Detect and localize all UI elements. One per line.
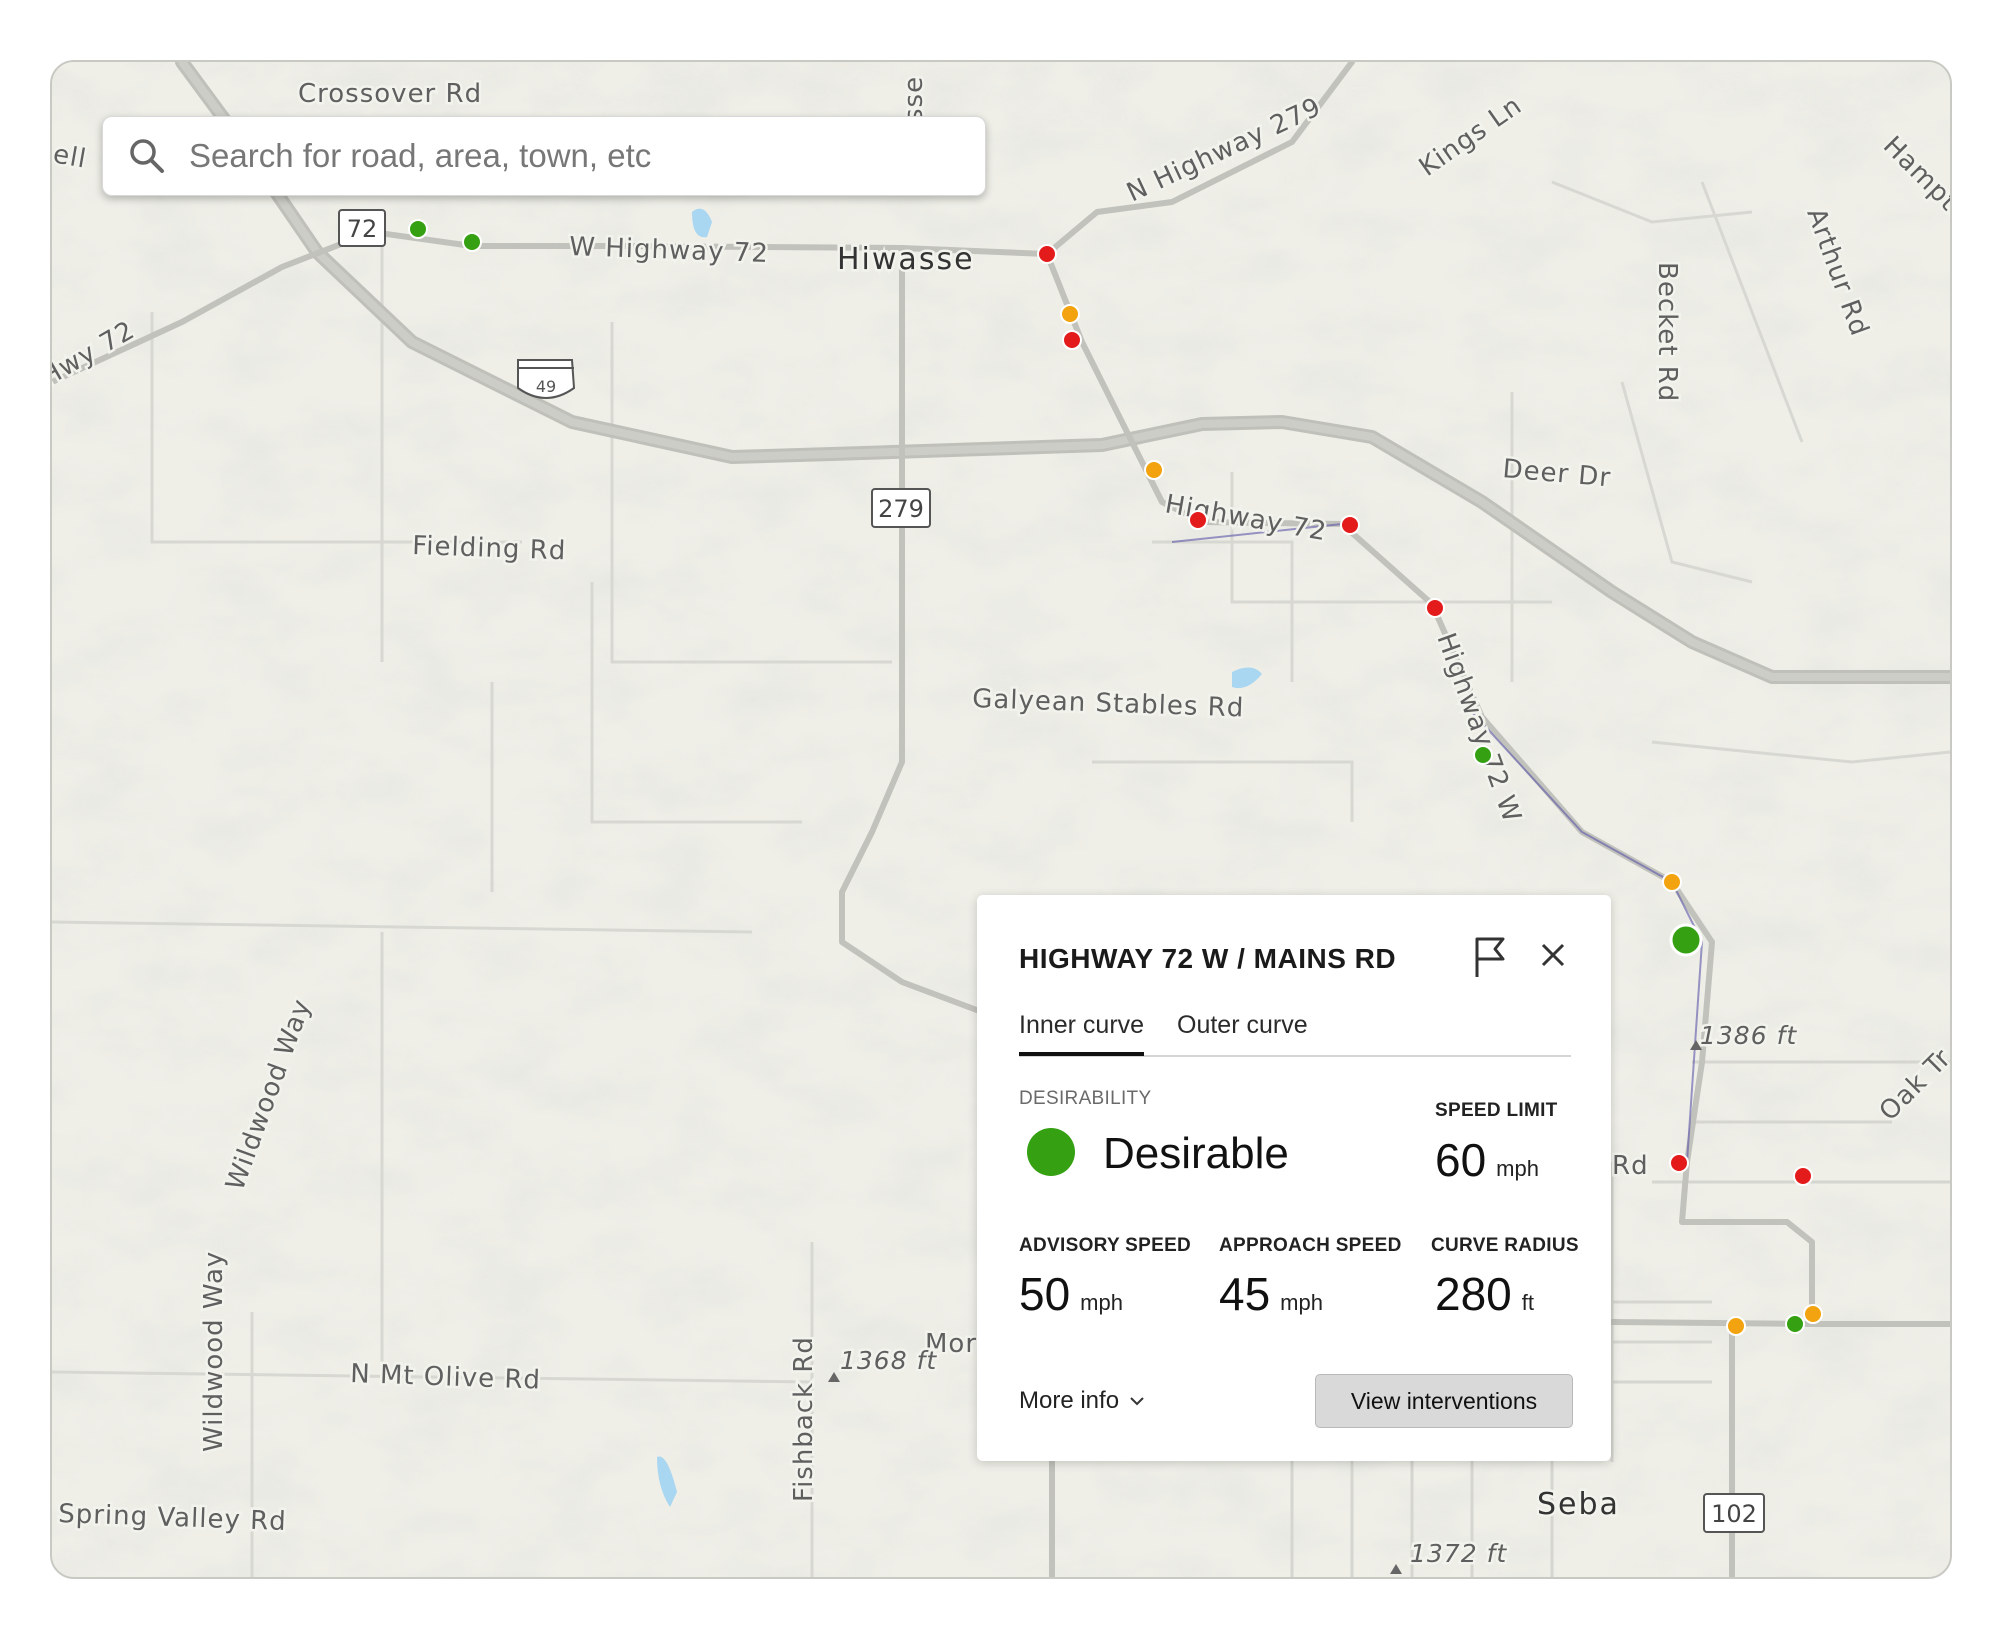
label-ell: ell (52, 139, 89, 174)
more-info-toggle[interactable]: More info (1019, 1387, 1145, 1415)
curve-marker[interactable] (1062, 330, 1082, 350)
curve-info-popup: HIGHWAY 72 W / MAINS RD Inner curve Oute… (977, 895, 1611, 1461)
popup-title: HIGHWAY 72 W / MAINS RD (1019, 943, 1397, 974)
label-crossover-rd: Crossover Rd (298, 79, 482, 109)
map[interactable]: 72 279 102 49 Crossover Rd W Highway 72 … (50, 60, 1952, 1579)
speed-limit-unit: mph (1496, 1156, 1539, 1181)
view-interventions-button[interactable]: View interventions (1315, 1374, 1573, 1428)
advisory-speed-label: ADVISORY SPEED (1019, 1235, 1192, 1256)
more-info-label: More info (1019, 1387, 1120, 1414)
curve-marker[interactable] (1144, 460, 1164, 480)
label-hiwasse: Hiwasse (837, 242, 975, 277)
label-elev-1368: 1368 ft (840, 1346, 937, 1375)
desirability-label: DESIRABILITY (1019, 1088, 1152, 1109)
desirability-value: Desirable (1103, 1129, 1289, 1178)
curve-marker[interactable] (1726, 1316, 1746, 1336)
svg-text:49: 49 (536, 377, 556, 396)
approach-speed-label: APPROACH SPEED (1219, 1235, 1402, 1256)
curve-marker-selected[interactable] (1669, 923, 1703, 957)
label-fielding-rd: Fielding Rd (412, 531, 567, 566)
tab-outer-curve[interactable]: Outer curve (1177, 1011, 1308, 1040)
route-shield-102: 102 (1703, 1493, 1765, 1533)
svg-text:102: 102 (1711, 1500, 1757, 1528)
curve-radius-value: 280 (1435, 1268, 1512, 1320)
route-shield-279: 279 (871, 488, 931, 528)
curve-marker[interactable] (1188, 510, 1208, 530)
interstate-shield-icon: 49 (517, 359, 576, 399)
curve-radius: 280 ft (1435, 1267, 1534, 1321)
advisory-speed: 50 mph (1019, 1267, 1123, 1321)
curve-radius-label: CURVE RADIUS (1431, 1235, 1579, 1256)
curve-marker[interactable] (1785, 1314, 1805, 1334)
curve-marker[interactable] (408, 219, 428, 239)
route-shield-72: 72 (338, 209, 386, 247)
curve-marker[interactable] (1425, 598, 1445, 618)
curve-marker[interactable] (1662, 872, 1682, 892)
curve-marker[interactable] (1037, 244, 1057, 264)
close-icon[interactable] (1537, 939, 1569, 971)
curve-marker[interactable] (462, 232, 482, 252)
flag-icon[interactable] (1471, 935, 1509, 979)
svg-text:279: 279 (878, 495, 924, 523)
curve-marker[interactable] (1669, 1153, 1689, 1173)
search-bar[interactable] (102, 116, 986, 196)
curve-marker[interactable] (1473, 745, 1493, 765)
label-becket-rd: Becket Rd (1652, 262, 1682, 402)
chevron-down-icon (1130, 1397, 1144, 1406)
curve-tabs: Inner curve Outer curve (1019, 1005, 1571, 1057)
curve-marker[interactable] (1340, 515, 1360, 535)
speed-limit-label: SPEED LIMIT (1435, 1100, 1558, 1121)
approach-speed-value: 45 (1219, 1268, 1271, 1320)
label-elev-1386: 1386 ft (1700, 1021, 1797, 1050)
svg-text:72: 72 (347, 215, 378, 243)
label-wildwood-way-2: Wildwood Way (199, 1251, 229, 1452)
search-icon (130, 139, 164, 173)
label-seba: Seba (1537, 1487, 1620, 1522)
approach-speed-unit: mph (1280, 1290, 1323, 1315)
curve-radius-unit: ft (1521, 1290, 1534, 1315)
curve-marker[interactable] (1060, 304, 1080, 324)
curve-marker[interactable] (1803, 1304, 1823, 1324)
speed-limit-value: 60 (1435, 1134, 1487, 1186)
curve-marker[interactable] (1793, 1166, 1813, 1186)
advisory-speed-unit: mph (1080, 1290, 1123, 1315)
label-rd: Rd (1612, 1151, 1649, 1181)
advisory-speed-value: 50 (1019, 1268, 1071, 1320)
label-elev-1372: 1372 ft (1410, 1539, 1507, 1568)
label-fishback-rd: Fishback Rd (789, 1336, 819, 1502)
approach-speed: 45 mph (1219, 1267, 1323, 1321)
tab-inner-curve[interactable]: Inner curve (1019, 1011, 1145, 1056)
speed-limit: 60 mph (1435, 1133, 1539, 1187)
search-input[interactable] (187, 136, 985, 176)
desirability-status-dot (1027, 1128, 1075, 1176)
